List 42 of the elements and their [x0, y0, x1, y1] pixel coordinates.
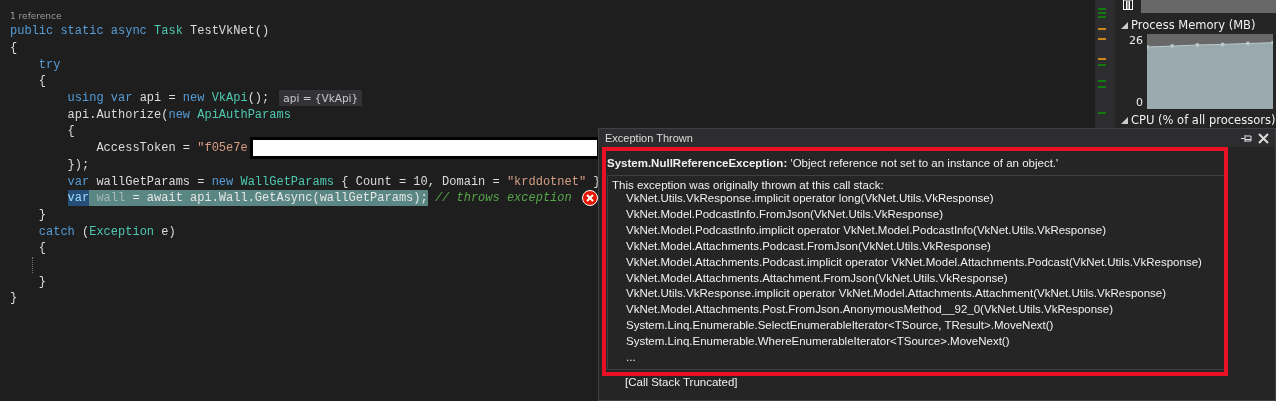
error-icon [581, 190, 598, 207]
collapse-icon[interactable] [1121, 21, 1128, 29]
code-line: try [37, 56, 61, 74]
pause-icon[interactable] [1123, 0, 1133, 10]
stack-frame: VkNet.Model.Attachments.Attachment.FromJson(VkNet.Utils.VkResponse) [626, 270, 1008, 287]
stack-frame: VkNet.Model.Attachments.Podcast.implicit operator VkNet.Model.Attachments.Podcast(VkNet.Utils.VkResponse) [626, 254, 1202, 271]
code-line: { [66, 123, 75, 140]
memory-heading: Process Memory (MB) [1131, 18, 1256, 32]
stack-frame: System.Linq.Enumerable.WhereEnumerableIterator<TSource>.MoveNext() [626, 334, 1010, 351]
code-line: var wall = await api.Wall.GetAsync(wallGetParams); // throws exception [10, 189, 598, 207]
stack-frame: VkNet.Model.PodcastInfo.implicit operator VkNet.Model.PodcastInfo(VkNet.Utils.VkResponse) [626, 222, 1106, 239]
stack-frame: VkNet.Model.Attachments.Podcast.FromJson(VkNet.Utils.VkResponse) [626, 238, 991, 255]
cpu-heading: CPU (% of all processors) [1131, 113, 1276, 127]
truncated-note: [Call Stack Truncated] [624, 374, 738, 388]
code-line: AccessToken = "f05e7e [10, 139, 600, 157]
stack-frame: VkNet.Utils.VkResponse.implicit operator VkNet.Model.Attachments.Attachment(VkNet.Utils.VkResponse) [626, 286, 1167, 303]
code-line: using var api = new VkApi(); api = {VkApi} [10, 89, 363, 107]
code-line: public static async Task TestVkNet() [10, 23, 270, 40]
code-line: { [37, 73, 46, 90]
stack-frame: VkNet.Utils.VkResponse.implicit operator long(VkNet.Utils.VkResponse) [626, 191, 994, 207]
stack-frame: System.Linq.Enumerable.SelectEnumerableIterator<TSource, TResult>.MoveNext() [626, 318, 1054, 335]
axis-tick: 26 [1129, 34, 1143, 47]
stack-frame: VkNet.Model.Attachments.Post.FromJson.AnonymousMethod__92_0(VkNet.Utils.VkResponse) [626, 302, 1114, 319]
collapse-icon[interactable] [1121, 116, 1128, 124]
code-line: } [10, 290, 18, 307]
code-line: catch (Exception e) [37, 223, 176, 240]
stack-frame: VkNet.Model.PodcastInfo.FromJson(VkNet.Utils.VkResponse) [626, 206, 943, 223]
axis-tick: 0 [1136, 96, 1143, 109]
stack-frame: ... [626, 350, 636, 366]
code-line: }); [66, 156, 90, 174]
code-line: { [10, 40, 18, 57]
pin-icon[interactable] [1241, 133, 1252, 143]
exception-message: System.NullReferenceException: 'Object reference not set to an instance of an object.' [607, 156, 1060, 171]
code-line: { [37, 240, 46, 257]
datatip[interactable]: api = {VkApi} [279, 90, 363, 107]
codelens-label[interactable]: 1 reference [10, 9, 1095, 23]
code-line: } [37, 206, 46, 224]
code-line: api.Authorize(new ApiAuthParams [66, 106, 291, 124]
close-icon[interactable] [1258, 132, 1269, 144]
popup-title: Exception Thrown [605, 132, 694, 144]
stack-heading: This exception was originally thrown at this call stack: [612, 179, 884, 191]
code-line: } [37, 273, 46, 290]
